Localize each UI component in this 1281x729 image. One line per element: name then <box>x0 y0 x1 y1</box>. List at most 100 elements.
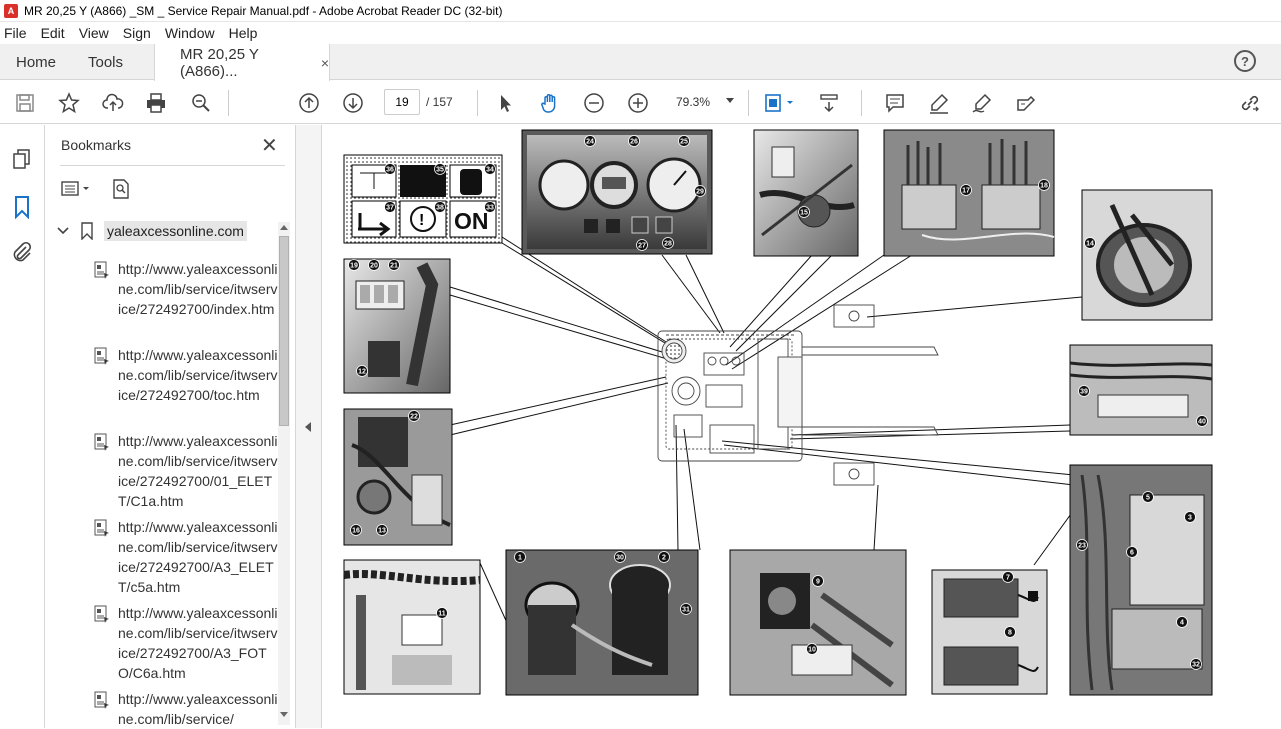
panel-splitter[interactable] <box>295 125 322 728</box>
callout-number: 16 <box>352 528 360 535</box>
list-item[interactable]: http://www.yaleaxcessonline.com/lib/serv… <box>94 517 278 597</box>
save-icon[interactable] <box>13 91 37 115</box>
bookmark-item-label: http://www.yaleaxcessonline.com/lib/serv… <box>118 261 278 317</box>
callout-marker: 31 <box>680 603 692 615</box>
fill-sign-icon[interactable] <box>1014 91 1038 115</box>
callout-number: 30 <box>616 555 624 562</box>
callout-marker: 29 <box>694 185 706 197</box>
select-cursor-icon[interactable] <box>494 91 518 115</box>
zoom-in-icon[interactable] <box>626 91 650 115</box>
tab-tools[interactable]: Tools <box>88 44 123 80</box>
title-bar: A MR 20,25 Y (A866) _SM _ Service Repair… <box>0 0 1281 22</box>
zoom-value[interactable]: 79.3% <box>676 95 710 109</box>
bookmark-item-label: http://www.yaleaxcessonline.com/lib/serv… <box>118 519 278 595</box>
callout-marker: 10 <box>806 643 818 655</box>
decal-panel: ! ON <box>343 154 503 244</box>
help-icon[interactable]: ? <box>1234 50 1256 72</box>
callout-number: 33 <box>486 205 494 212</box>
next-page-icon[interactable] <box>341 91 365 115</box>
callout-marker: 12 <box>356 365 368 377</box>
zoom-search-icon[interactable] <box>189 91 213 115</box>
hand-tool-icon[interactable] <box>538 91 562 115</box>
callout-number: 6 <box>1130 550 1134 557</box>
menu-edit[interactable]: Edit <box>41 25 65 41</box>
tab-document[interactable]: MR 20,25 Y (A866)... × <box>154 44 330 81</box>
tab-close-icon[interactable]: × <box>321 55 329 71</box>
menu-sign[interactable]: Sign <box>123 25 151 41</box>
callout-marker: 5 <box>1142 491 1154 503</box>
callout-number: 14 <box>1086 241 1094 248</box>
bookmarks-panel-icon[interactable] <box>10 195 34 220</box>
menu-bar: File Edit View Sign Window Help <box>0 22 1281 44</box>
callout-marker: 14 <box>1084 237 1096 249</box>
scrollbar-thumb[interactable] <box>279 236 289 426</box>
highlight-pen-icon[interactable] <box>927 91 951 115</box>
window-title: MR 20,25 Y (A866) _SM _ Service Repair M… <box>24 3 503 18</box>
collapse-panel-icon[interactable] <box>305 422 311 432</box>
panel-close-icon[interactable]: ✕ <box>261 133 278 158</box>
bookmark-item-label: http://www.yaleaxcessonline.com/lib/serv… <box>118 605 278 681</box>
menu-file[interactable]: File <box>4 25 27 41</box>
callout-number: 18 <box>1040 183 1048 190</box>
callout-marker: 34 <box>484 163 496 175</box>
chain-photo-11 <box>343 559 481 695</box>
share-link-icon[interactable] <box>1238 91 1262 115</box>
callout-number: 12 <box>358 369 366 376</box>
chevron-down-icon[interactable] <box>56 224 70 238</box>
menu-help[interactable]: Help <box>229 25 258 41</box>
callout-number: 21 <box>390 263 398 270</box>
list-item[interactable]: http://www.yaleaxcessonline.com/lib/serv… <box>94 259 278 319</box>
callout-marker: 9 <box>812 575 824 587</box>
callout-marker: 8 <box>1004 626 1016 638</box>
callout-number: 37 <box>386 205 394 212</box>
list-item[interactable]: http://www.yaleaxcessonline.com/lib/serv… <box>94 603 278 683</box>
zoom-dropdown-icon[interactable] <box>726 98 734 103</box>
callout-number: 26 <box>630 139 638 146</box>
list-item[interactable]: http://www.yaleaxcessonline.com/lib/serv… <box>94 345 278 405</box>
print-icon[interactable] <box>144 91 168 115</box>
callout-marker: 35 <box>434 163 446 175</box>
callout-marker: 16 <box>350 524 362 536</box>
draw-signature-icon[interactable] <box>970 91 994 115</box>
callout-marker: 30 <box>614 551 626 563</box>
upload-cloud-icon[interactable] <box>101 91 125 115</box>
previous-page-icon[interactable] <box>297 91 321 115</box>
bookmarks-scrollbar[interactable] <box>278 222 290 725</box>
comment-icon[interactable] <box>883 91 907 115</box>
scroll-mode-icon[interactable] <box>817 91 841 115</box>
callout-marker: 20 <box>368 259 380 271</box>
menu-window[interactable]: Window <box>165 25 215 41</box>
bookmark-page-icon <box>94 605 109 623</box>
tab-home[interactable]: Home <box>16 44 56 80</box>
callout-number: 9 <box>816 579 820 586</box>
new-bookmark-icon[interactable] <box>110 178 132 200</box>
pdf-icon: A <box>4 3 18 18</box>
attachments-paperclip-icon[interactable] <box>10 240 34 264</box>
menu-view[interactable]: View <box>79 25 109 41</box>
bookmark-item-label: http://www.yaleaxcessonline.com/lib/serv… <box>118 433 278 509</box>
page-thumbnails-icon[interactable] <box>10 147 34 171</box>
callout-number: 8 <box>1008 630 1012 637</box>
callout-marker: 37 <box>384 201 396 213</box>
zoom-out-icon[interactable] <box>582 91 606 115</box>
page-fit-icon[interactable] <box>762 91 798 115</box>
page-number-input[interactable] <box>384 89 420 115</box>
callout-marker: 22 <box>408 410 420 422</box>
callout-marker: 33 <box>484 201 496 213</box>
bookmark-options-icon[interactable] <box>60 179 96 199</box>
callout-marker: 36 <box>384 163 396 175</box>
list-item[interactable]: http://www.yaleaxcessonline.com/lib/serv… <box>94 431 278 511</box>
list-item[interactable]: http://www.yaleaxcessonline.com/lib/serv… <box>94 689 278 729</box>
document-page: ! ON 1 2 3 4 5 6 7 8 9 10 11 12 13 14 15… <box>322 125 1281 728</box>
callout-number: 25 <box>680 139 688 146</box>
callout-marker: 2 <box>658 551 670 563</box>
bookmark-star-icon[interactable] <box>57 91 81 115</box>
callout-number: 39 <box>1080 389 1088 396</box>
callout-marker: 11 <box>436 607 448 619</box>
callout-number: 29 <box>696 189 704 196</box>
callout-number: 4 <box>1180 620 1184 627</box>
callout-number: 5 <box>1146 495 1150 502</box>
bookmark-root[interactable]: yaleaxcessonline.com <box>56 221 296 241</box>
callout-number: 13 <box>378 528 386 535</box>
callout-number: 23 <box>1078 543 1086 550</box>
